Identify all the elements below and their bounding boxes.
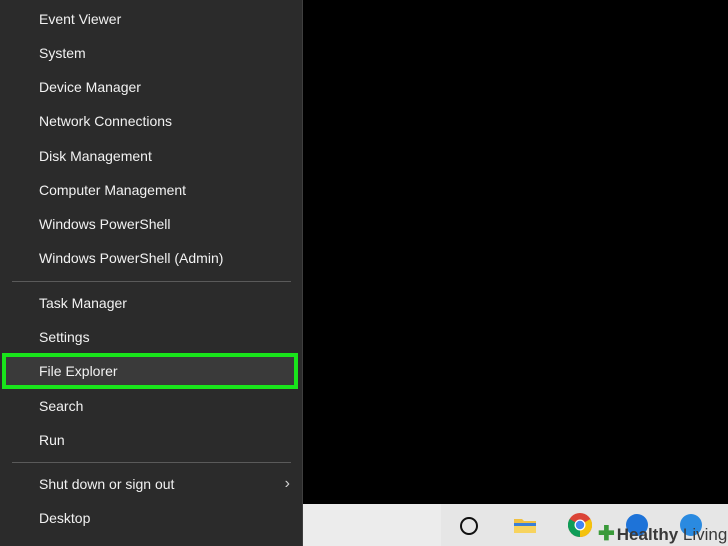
file-explorer-icon[interactable] xyxy=(513,516,537,534)
menu-item-label: Disk Management xyxy=(39,148,152,164)
menu-item-search[interactable]: Search xyxy=(0,389,302,423)
menu-item-label: Run xyxy=(39,432,65,448)
chevron-right-icon: › xyxy=(284,475,290,492)
cortana-icon[interactable] xyxy=(460,517,478,535)
menu-item-label: Device Manager xyxy=(39,79,141,95)
chrome-icon[interactable] xyxy=(567,513,593,537)
menu-item-device-manager[interactable]: Device Manager xyxy=(0,70,302,104)
taskbar-search-area[interactable] xyxy=(303,504,441,546)
menu-item-label: Windows PowerShell xyxy=(39,216,171,232)
menu-item-label: Network Connections xyxy=(39,113,173,129)
menu-divider xyxy=(12,462,291,463)
menu-item-system[interactable]: System xyxy=(0,36,302,70)
menu-item-label: File Explorer xyxy=(39,363,118,379)
menu-item-label: Task Manager xyxy=(39,295,127,311)
winx-context-menu: Event Viewer System Device Manager Netwo… xyxy=(0,0,303,546)
menu-item-shut-down-or-sign-out[interactable]: Shut down or sign out › xyxy=(0,467,302,501)
menu-item-label: Event Viewer xyxy=(39,11,122,27)
menu-item-windows-powershell-admin[interactable]: Windows PowerShell (Admin) xyxy=(0,241,302,275)
watermark-text-light: Living xyxy=(682,525,728,544)
menu-item-task-manager[interactable]: Task Manager xyxy=(0,286,302,320)
menu-item-label: Shut down or sign out xyxy=(39,476,175,492)
menu-item-network-connections[interactable]: Network Connections xyxy=(0,104,302,138)
menu-item-label: Search xyxy=(39,398,84,414)
menu-item-computer-management[interactable]: Computer Management xyxy=(0,173,302,207)
menu-item-windows-powershell[interactable]: Windows PowerShell xyxy=(0,207,302,241)
menu-divider xyxy=(12,281,291,282)
menu-item-event-viewer[interactable]: Event Viewer xyxy=(0,2,302,36)
menu-item-label: Settings xyxy=(39,329,90,345)
watermark-text-bold: Healthy xyxy=(616,525,679,544)
menu-item-label: Desktop xyxy=(39,510,91,526)
menu-item-file-explorer[interactable]: File Explorer xyxy=(0,354,302,388)
plus-icon: ✚ xyxy=(598,523,615,545)
menu-item-desktop[interactable]: Desktop xyxy=(0,501,302,535)
menu-item-disk-management[interactable]: Disk Management xyxy=(0,139,302,173)
menu-item-settings[interactable]: Settings xyxy=(0,320,302,354)
menu-item-label: Windows PowerShell (Admin) xyxy=(39,250,224,266)
watermark-logo: ✚ Healthy Living xyxy=(598,523,728,546)
menu-item-run[interactable]: Run xyxy=(0,423,302,457)
menu-item-label: Computer Management xyxy=(39,182,187,198)
menu-item-label: System xyxy=(39,45,86,61)
